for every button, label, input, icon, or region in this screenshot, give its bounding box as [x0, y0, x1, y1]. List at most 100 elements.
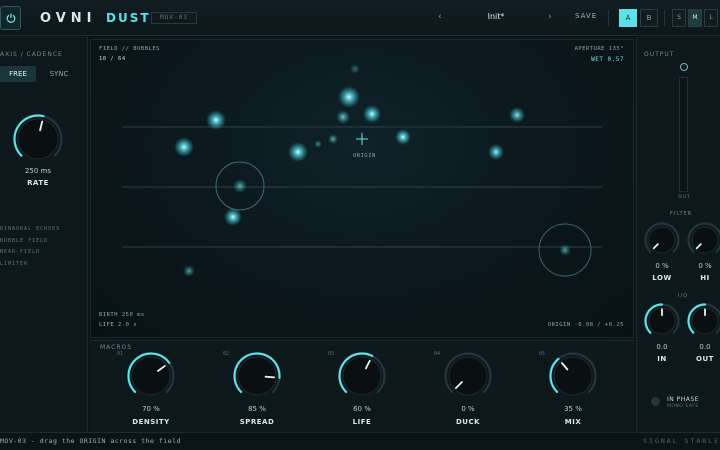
macro-index: 02 — [223, 351, 230, 357]
macro-label: LIFE — [352, 418, 372, 426]
axis-cadence-title: AXIS / CADENCE — [0, 51, 63, 58]
filter-label: HI — [700, 274, 710, 282]
bubble[interactable] — [328, 134, 338, 144]
rate-knob[interactable] — [13, 114, 63, 164]
macro-index: 03 — [328, 351, 335, 357]
macro-knob-density[interactable] — [127, 352, 175, 400]
macro-value: 70 % — [142, 405, 160, 413]
product-name: DUST — [106, 11, 151, 25]
io-knob-in[interactable] — [644, 303, 680, 339]
knob-body — [691, 226, 719, 254]
io-label: OUT — [696, 355, 714, 363]
bubble[interactable] — [314, 140, 322, 148]
aperture-readout: APERTURE 135° — [574, 46, 624, 52]
macro-value: 0 % — [461, 405, 475, 413]
knob-body — [648, 226, 676, 254]
birth-readout: BIRTH 250 ms — [99, 312, 145, 318]
macro-index: 01 — [117, 351, 124, 357]
knob-body — [342, 356, 382, 396]
io-title: I/O — [678, 293, 689, 299]
macro-knob-mix[interactable] — [549, 352, 597, 400]
stage-binaural-echoes[interactable]: BINAURAL ECHOES — [0, 226, 60, 232]
bubble[interactable] — [509, 107, 525, 123]
mode-l-button[interactable]: L — [704, 9, 718, 27]
power-button[interactable] — [0, 6, 21, 30]
origin-label: ORIGIN — [353, 153, 376, 159]
macro-label: DENSITY — [132, 418, 170, 426]
macro-label: DUCK — [455, 418, 481, 426]
macros-title: MACROS — [100, 344, 133, 351]
filter-knob-low[interactable] — [644, 222, 680, 258]
bubble[interactable] — [350, 64, 360, 74]
rate-label: RATE — [27, 179, 49, 187]
knob-body — [553, 356, 593, 396]
bubble[interactable] — [363, 105, 381, 123]
io-label: IN — [657, 355, 667, 363]
io-value: 0.0 — [656, 343, 668, 351]
knob-body — [448, 356, 488, 396]
bubble[interactable] — [488, 144, 504, 160]
bubble-count: 18 / 64 — [99, 56, 126, 62]
io-knob-out[interactable] — [687, 303, 720, 339]
macro-value: 85 % — [248, 405, 266, 413]
rate-value: 250 ms — [24, 167, 52, 175]
bubble[interactable] — [338, 86, 360, 108]
preset-next-button[interactable]: › — [548, 12, 552, 22]
stage-limiter[interactable]: LIMITER — [0, 261, 28, 267]
io-value: 0.0 — [699, 343, 711, 351]
knob-body — [17, 118, 59, 160]
life-readout: LIFE 2.0 s — [99, 322, 138, 328]
stage-near-field[interactable]: NEAR-FIELD — [0, 249, 40, 255]
meter-handle[interactable] — [679, 62, 689, 72]
preset-name[interactable]: Init* — [470, 12, 522, 21]
mode-sync-button[interactable]: SYNC — [41, 66, 77, 82]
bubble[interactable] — [174, 137, 194, 157]
left-panel — [0, 37, 88, 432]
version-badge: MOV-03 — [151, 12, 197, 24]
knob-body — [237, 356, 277, 396]
filter-value: 0 % — [698, 262, 712, 270]
knob-body — [131, 356, 171, 396]
filter-label: LOW — [652, 274, 672, 282]
mode-m-button[interactable]: M — [688, 9, 702, 27]
wet-readout: WET 0.57 — [591, 56, 624, 63]
phase-sublabel: MONO SAFE — [667, 404, 699, 409]
compare-a-button[interactable]: A — [619, 9, 637, 27]
macro-value: 35 % — [564, 405, 582, 413]
header-divider — [664, 10, 665, 26]
status-message: MOV-03 - drag the ORIGIN across the fiel… — [0, 437, 181, 445]
stage-bubble-field[interactable]: BUBBLE FIELD — [0, 238, 48, 244]
macro-value: 60 % — [353, 405, 371, 413]
origin-marker[interactable] — [356, 133, 368, 145]
bubble[interactable] — [224, 208, 242, 226]
macro-knob-duck[interactable] — [444, 352, 492, 400]
mode-s-button[interactable]: S — [672, 9, 686, 27]
macro-knob-spread[interactable] — [233, 352, 281, 400]
bubble[interactable] — [233, 179, 247, 193]
bubble[interactable] — [559, 244, 571, 256]
mode-free-button[interactable]: FREE — [0, 66, 36, 82]
signal-status: SIGNAL STABLE — [643, 437, 720, 445]
macro-index: 05 — [539, 351, 546, 357]
bubble[interactable] — [336, 110, 350, 124]
macro-label: MIX — [564, 418, 582, 426]
filter-value: 0 % — [655, 262, 669, 270]
bubble[interactable] — [206, 110, 226, 130]
bubble[interactable] — [395, 129, 411, 145]
origin-readout: ORIGIN -0.08 / +0.25 — [547, 322, 624, 328]
output-title: OUTPUT — [644, 51, 675, 58]
field-title: FIELD // BUBBLES — [99, 46, 160, 52]
preset-prev-button[interactable]: ‹ — [438, 12, 442, 22]
macro-knob-life[interactable] — [338, 352, 386, 400]
save-button[interactable]: SAVE — [575, 12, 597, 20]
bubble[interactable] — [183, 265, 195, 277]
field-graphics — [122, 64, 602, 277]
macro-index: 04 — [434, 351, 441, 357]
phase-led — [651, 397, 660, 406]
compare-b-button[interactable]: B — [640, 9, 658, 27]
filter-knob-hi[interactable] — [687, 222, 720, 258]
knob-pointer — [264, 375, 275, 379]
phase-label: IN PHASE — [667, 396, 699, 403]
macro-label: SPREAD — [239, 418, 275, 426]
bubble[interactable] — [288, 142, 308, 162]
